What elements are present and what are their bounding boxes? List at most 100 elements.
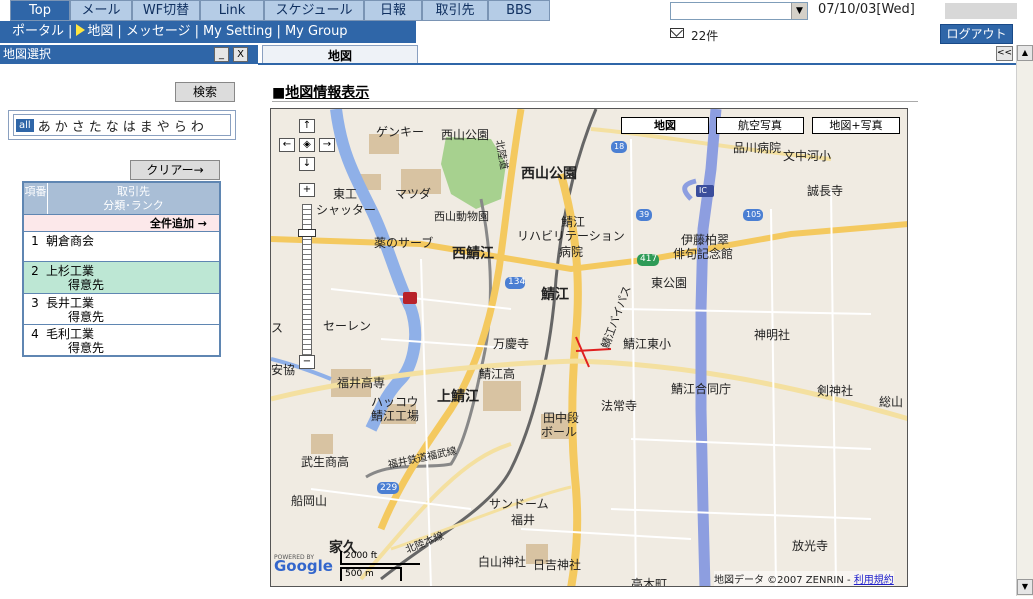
- pan-left-button[interactable]: ←: [279, 138, 295, 152]
- map-label: 西山動物園: [434, 210, 489, 223]
- kana-ya[interactable]: や: [157, 116, 170, 135]
- mail-icon[interactable]: [670, 28, 684, 38]
- subnav-map[interactable]: 地図: [87, 24, 113, 39]
- map-type-map[interactable]: 地図: [621, 117, 709, 134]
- search-button[interactable]: 検索: [175, 82, 235, 102]
- map-view[interactable]: ゲンキー 西山公園 北陸道 西山公園 品川病院 文中河小 誠長寺 東工 シャッタ…: [270, 108, 908, 587]
- nav-tab-wf[interactable]: WF切替: [132, 0, 200, 21]
- table-row[interactable]: 3 長井工業 得意先: [24, 294, 219, 325]
- highway-ramp: [682, 178, 697, 201]
- highway: [695, 109, 722, 586]
- vertical-scrollbar[interactable]: ▲ ▼: [1016, 45, 1033, 596]
- table-row[interactable]: 1 朝倉商会: [24, 232, 219, 262]
- kana-na[interactable]: な: [106, 116, 119, 135]
- pan-down-button[interactable]: ↓: [299, 157, 315, 171]
- route-label: 18: [614, 142, 625, 151]
- logout-button[interactable]: ログアウト: [940, 24, 1013, 44]
- sub-nav: ポータル | 地図 | メッセージ | My Setting | My Group: [0, 21, 416, 43]
- subnav-message[interactable]: メッセージ: [126, 24, 191, 39]
- kana-sa[interactable]: さ: [72, 116, 85, 135]
- map-label: 俳句記念館: [673, 247, 734, 261]
- map-label: セーレン: [323, 319, 372, 333]
- play-icon: [76, 24, 86, 36]
- map-label: サンドーム: [489, 497, 549, 511]
- minimize-button[interactable]: _: [214, 47, 229, 62]
- row-category: 得意先: [68, 278, 105, 292]
- map-label: ス: [271, 321, 284, 335]
- section-title-square: ■: [272, 85, 286, 101]
- map-label: ゲンキー: [376, 125, 425, 139]
- map-label: 福井: [511, 513, 536, 527]
- route-label: 417: [640, 254, 658, 264]
- google-logo[interactable]: Google: [274, 557, 333, 575]
- map-label: 剣神社: [817, 384, 854, 398]
- map-type-aerial[interactable]: 航空写真: [716, 117, 804, 134]
- section-title-text: 地図情報表示: [285, 85, 370, 101]
- kana-ra[interactable]: ら: [174, 116, 187, 135]
- nav-tab-daily-report[interactable]: 日報: [364, 0, 422, 21]
- close-button[interactable]: X: [233, 47, 248, 62]
- zoom-slider[interactable]: [302, 204, 312, 359]
- scale-m: 500 m: [340, 567, 402, 581]
- map-label: 福井高専: [337, 376, 386, 390]
- col-no-header: 項番: [24, 183, 48, 214]
- row-name[interactable]: 朝倉商会: [46, 234, 94, 248]
- kana-ta[interactable]: た: [89, 116, 102, 135]
- row-number: 1: [31, 234, 39, 248]
- nav-tab-top[interactable]: Top: [10, 0, 70, 21]
- mail-count[interactable]: 22件: [691, 27, 718, 44]
- row-name[interactable]: 長井工業: [46, 296, 94, 310]
- panel-title: 地図選択: [3, 47, 52, 61]
- map-label: 東工: [333, 187, 358, 201]
- col-name-header: 取引先 分類･ランク: [48, 183, 219, 214]
- nav-tab-customers[interactable]: 取引先: [422, 0, 488, 21]
- map-type-hybrid[interactable]: 地図+写真: [812, 117, 900, 134]
- zoom-in-button[interactable]: +: [299, 183, 315, 197]
- map-label: マツダ: [395, 187, 432, 201]
- kana-ka[interactable]: か: [55, 116, 68, 135]
- zoom-slider-thumb[interactable]: [298, 229, 316, 237]
- map-label: 誠長寺: [807, 184, 844, 198]
- collapse-button[interactable]: <<: [996, 46, 1013, 61]
- zoom-out-button[interactable]: −: [299, 355, 315, 369]
- kana-ma[interactable]: ま: [140, 116, 153, 135]
- route-label: 229: [380, 483, 398, 493]
- terms-link[interactable]: 利用規約: [854, 575, 894, 586]
- pan-center-button[interactable]: ◈: [299, 138, 315, 152]
- pan-right-button[interactable]: →: [319, 138, 335, 152]
- map-label: 安協: [271, 363, 296, 377]
- clear-button[interactable]: クリアー→: [130, 160, 220, 180]
- nav-tab-link[interactable]: Link: [200, 0, 264, 21]
- col-name-line1: 取引先: [117, 185, 150, 198]
- table-row[interactable]: 4 毛利工業 得意先: [24, 325, 219, 356]
- nav-tab-mail[interactable]: メール: [70, 0, 132, 21]
- row-name[interactable]: 毛利工業: [46, 327, 94, 341]
- dropdown-arrow-icon[interactable]: ▼: [791, 3, 807, 19]
- map-label: 西山公園: [441, 128, 490, 142]
- tab-map[interactable]: 地図: [262, 45, 418, 65]
- nav-tab-schedule[interactable]: スケジュール: [264, 0, 364, 21]
- table-row[interactable]: 2 上杉工業 得意先: [24, 262, 219, 294]
- pan-up-button[interactable]: ↑: [299, 119, 315, 133]
- map-label: 白山神社: [478, 555, 527, 569]
- subnav-my-group[interactable]: My Group: [285, 24, 348, 39]
- row-name[interactable]: 上杉工業: [46, 264, 94, 278]
- row-number: 4: [31, 327, 39, 341]
- add-all-button[interactable]: 全件追加 →: [24, 215, 219, 232]
- map-data-credit: 地図データ ©2007 ZENRIN -: [714, 575, 851, 586]
- scroll-up-icon[interactable]: ▲: [1017, 45, 1033, 61]
- map-label: 放光寺: [792, 539, 829, 553]
- kana-a[interactable]: あ: [38, 116, 51, 135]
- kana-wa[interactable]: わ: [191, 116, 204, 135]
- map-label: 鯖江高: [479, 367, 516, 381]
- kana-all[interactable]: all: [16, 118, 34, 132]
- group-select[interactable]: ▼: [670, 2, 808, 20]
- subnav-my-setting[interactable]: My Setting: [203, 24, 273, 39]
- customer-table: 項番 取引先 分類･ランク 全件追加 → 1 朝倉商会 2 上杉工業 得意先 3 長…: [22, 181, 221, 357]
- subnav-portal[interactable]: ポータル: [12, 24, 64, 39]
- map-label: 鯖江: [541, 287, 569, 303]
- nav-tab-bbs[interactable]: BBS: [488, 0, 550, 21]
- scroll-down-icon[interactable]: ▼: [1017, 579, 1033, 595]
- kana-ha[interactable]: は: [123, 116, 136, 135]
- map-label: 西山公園: [521, 166, 577, 182]
